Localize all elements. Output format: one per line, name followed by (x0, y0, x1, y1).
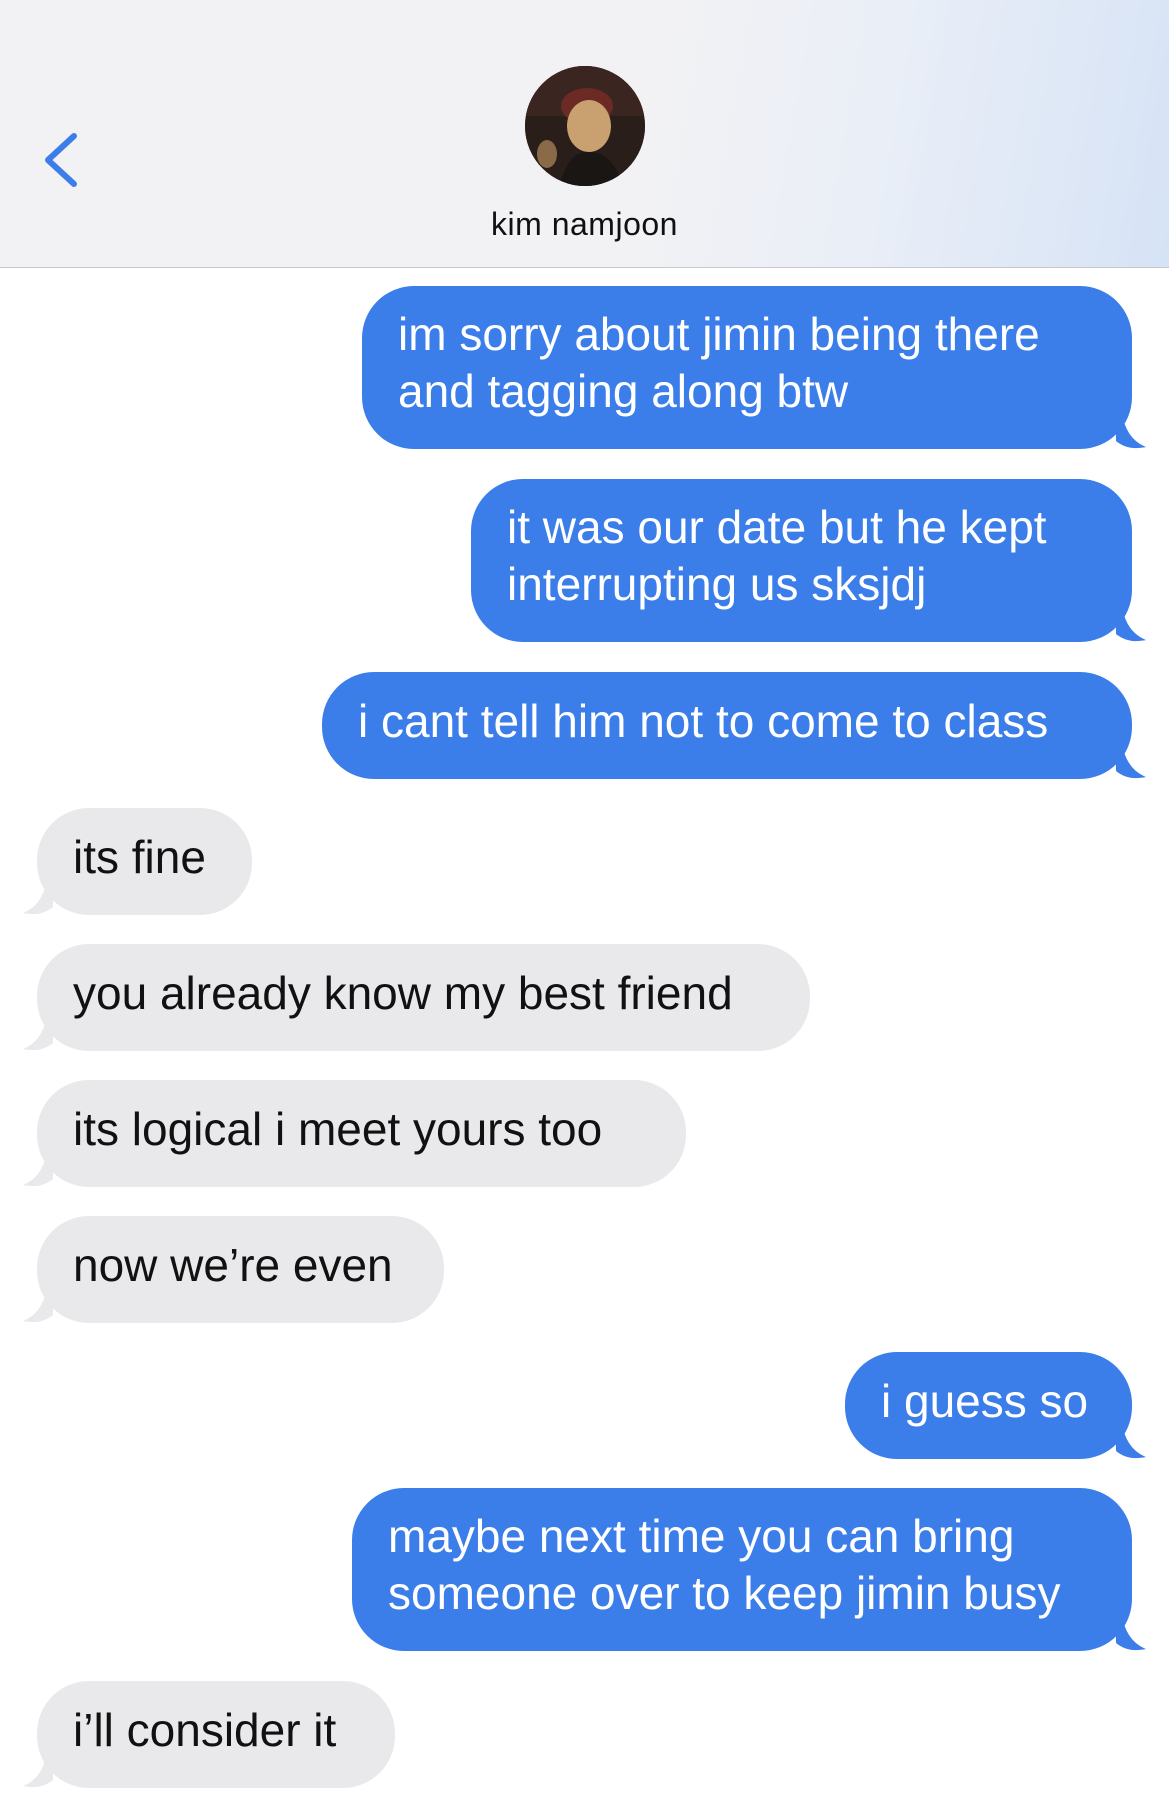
message-bubble-outgoing[interactable]: i cant tell him not to come to class (322, 672, 1146, 779)
message-line: now we’re even (73, 1239, 393, 1291)
message-bubble-outgoing[interactable]: it was our date but he kept interrupting… (471, 479, 1146, 642)
contact-name[interactable]: kim namjoon (0, 206, 1169, 243)
message-line: someone over to keep jimin busy (388, 1567, 1061, 1619)
message-bubble-incoming[interactable]: i’ll consider it (23, 1681, 395, 1788)
conversation-header: kim namjoon (0, 0, 1169, 268)
back-button[interactable] (40, 120, 100, 200)
message-line: it was our date but he kept (507, 501, 1047, 553)
message-bubble-outgoing[interactable]: i guess so (845, 1352, 1146, 1459)
message-bubble-incoming[interactable]: its fine (23, 808, 252, 915)
bubble-tail (23, 1151, 53, 1187)
bubble-tail (1116, 1615, 1146, 1651)
message-line: and tagging along btw (398, 365, 849, 417)
message-bubble-incoming[interactable]: its logical i meet yours too (23, 1080, 686, 1187)
bubble-tail (1116, 1423, 1146, 1459)
message-thread: im sorry about jimin being there and tag… (0, 268, 1169, 1804)
bubble-tail (23, 1752, 53, 1788)
message-line: you already know my best friend (73, 967, 733, 1019)
bubble-tail (23, 1015, 53, 1051)
message-line: im sorry about jimin being there (398, 308, 1040, 360)
message-bubble-incoming[interactable]: now we’re even (23, 1216, 444, 1323)
message-line: its logical i meet yours too (73, 1103, 603, 1155)
message-line: interrupting us sksjdj (507, 558, 927, 610)
message-line: i’ll consider it (73, 1704, 337, 1756)
message-bubble-incoming[interactable]: you already know my best friend (23, 944, 810, 1051)
bubble-tail (23, 879, 53, 915)
bubble-tail (23, 1287, 53, 1323)
message-bubble-outgoing[interactable]: im sorry about jimin being there and tag… (362, 286, 1146, 449)
message-line: i cant tell him not to come to class (358, 695, 1049, 747)
message-line: its fine (73, 831, 206, 883)
message-line: maybe next time you can bring (388, 1510, 1015, 1562)
message-line: i guess so (881, 1375, 1089, 1427)
chevron-left-icon (45, 133, 77, 187)
bubble-tail (1116, 743, 1146, 779)
bubble-tail (1116, 606, 1146, 642)
avatar-photo (525, 66, 645, 186)
contact-avatar[interactable] (525, 66, 645, 186)
message-bubble-outgoing[interactable]: maybe next time you can bring someone ov… (352, 1488, 1146, 1651)
bubble-tail (1116, 413, 1146, 449)
